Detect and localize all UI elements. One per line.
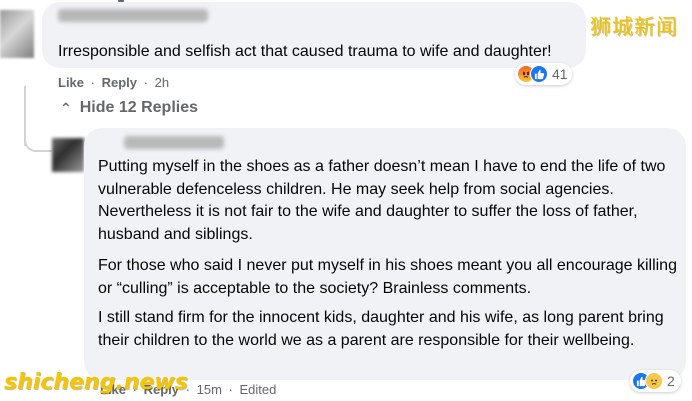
replier-name-redacted[interactable] xyxy=(124,136,224,149)
reply-timestamp[interactable]: 15m xyxy=(197,382,222,397)
watermark-bottom: shicheng.news xyxy=(4,370,188,395)
edited-label[interactable]: Edited xyxy=(240,382,277,397)
reply-link[interactable]: Reply xyxy=(102,75,137,90)
hide-replies-label: Hide 12 Replies xyxy=(79,99,199,116)
hide-replies-button[interactable]: ⌃ Hide 12 Replies xyxy=(60,99,198,117)
reaction-count: 41 xyxy=(552,66,568,82)
reaction-count: 2 xyxy=(667,373,675,389)
like-icon xyxy=(530,65,548,83)
commenter-name-redacted[interactable] xyxy=(58,9,208,22)
comment-text: Irresponsible and selfish act that cause… xyxy=(58,43,552,60)
watermark-top: 狮城新闻 xyxy=(590,15,678,39)
separator: · xyxy=(228,382,233,397)
sad-icon xyxy=(645,372,663,390)
thread-connector xyxy=(24,126,52,152)
comment-timestamp[interactable]: 2h xyxy=(155,75,169,90)
like-link[interactable]: Like xyxy=(58,75,84,90)
reply-paragraph: I still stand firm for the innocent kids… xyxy=(98,309,664,349)
commenter-avatar[interactable] xyxy=(0,10,34,58)
separator: · xyxy=(143,75,148,90)
separator: · xyxy=(90,75,95,90)
replier-avatar[interactable] xyxy=(52,138,84,172)
comment-actions: Like · Reply · 2h xyxy=(58,75,169,90)
reply-reactions[interactable]: 2 xyxy=(630,370,681,392)
chevron-up-icon: ⌃ xyxy=(60,99,72,116)
reply-paragraph: Putting myself in the shoes as a father … xyxy=(98,158,666,243)
comment-reactions[interactable]: 41 xyxy=(515,63,572,85)
reply-paragraph: For those who said I never put myself in… xyxy=(98,257,677,297)
